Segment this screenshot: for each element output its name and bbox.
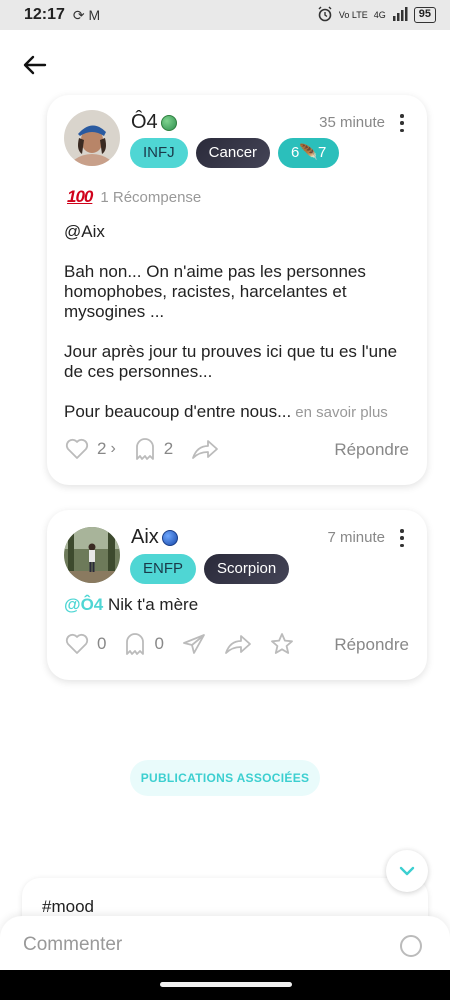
tag-zodiac[interactable]: Scorpion — [204, 554, 290, 584]
tag-personality[interactable]: ENFP — [130, 554, 197, 584]
hundred-points-icon: 100 — [67, 187, 93, 206]
comment-text: @Ô4 Nik t'a mère — [64, 595, 198, 615]
globe-badge-icon — [161, 529, 178, 546]
related-posts-button[interactable]: PUBLICATIONS ASSOCIÉES — [130, 760, 320, 796]
reply-button[interactable]: Répondre — [334, 440, 409, 460]
alarm-icon — [317, 6, 333, 25]
like-count: 0 — [97, 634, 107, 653]
post-tags: INFJ Cancer 6🪶7 — [130, 138, 340, 168]
comment-card: Aix 7 minute ENFP Scorpion @Ô4 Nik t'a m… — [47, 510, 427, 680]
like-count: 2 — [97, 439, 107, 458]
globe-badge-icon — [160, 114, 177, 131]
post-paragraph-truncated: Pour beaucoup d'entre nous... en savoir p… — [64, 402, 416, 423]
heart-icon — [65, 633, 89, 654]
paper-plane-icon — [183, 634, 205, 654]
comment-count: 0 — [154, 634, 164, 653]
post-author[interactable]: Ô4 — [131, 111, 177, 134]
status-time: 12:17 — [24, 6, 65, 23]
avatar[interactable] — [64, 527, 120, 583]
post-mention: @Aix — [64, 222, 105, 241]
comment-time: 7 minute — [327, 529, 385, 546]
comment-bar — [0, 916, 450, 972]
chevron-down-icon — [399, 866, 415, 876]
star-icon — [271, 633, 293, 654]
signal-icon — [392, 6, 408, 24]
post-paragraph: Jour après jour tu prouves ici que tu es… — [64, 342, 398, 381]
network-type: 4G — [373, 9, 386, 20]
comment-author[interactable]: Aix — [131, 526, 178, 549]
post-time: 35 minute — [319, 114, 385, 131]
comment-author-name: Aix — [131, 526, 159, 548]
more-options-icon[interactable] — [397, 529, 407, 547]
ghost-icon — [135, 438, 154, 460]
award-row[interactable]: 100 1 Récompense — [67, 187, 201, 207]
post-card: Ô4 35 minute INFJ Cancer 6🪶7 100 1 Récom… — [47, 95, 427, 485]
favorite-button[interactable] — [270, 632, 294, 656]
share-button[interactable] — [191, 438, 219, 460]
post-actions: 2 › 2 — [65, 437, 237, 461]
tag-personality[interactable]: INFJ — [130, 138, 188, 168]
post-body: @Aix Bah non... On n'aime pas les person… — [64, 222, 416, 423]
preview-text: #mood — [42, 897, 94, 916]
status-bar: 12:17 ⟳ M Vo LTE 4G 95 — [0, 0, 450, 30]
tag-enneagram[interactable]: 6🪶7 — [278, 138, 340, 168]
comment-button[interactable]: 0 — [124, 632, 164, 656]
share-button[interactable] — [224, 633, 252, 655]
award-label: 1 Récompense — [100, 188, 202, 206]
comment-tags: ENFP Scorpion — [130, 554, 290, 584]
home-gesture-handle[interactable] — [160, 982, 292, 987]
send-button[interactable] — [182, 633, 206, 655]
system-nav-bar — [0, 970, 450, 1000]
heart-icon — [65, 438, 89, 459]
comment-input[interactable] — [23, 934, 383, 956]
post-paragraph: Bah non... On n'aime pas les personnes h… — [64, 262, 366, 321]
chevron-right-icon[interactable]: › — [110, 440, 115, 458]
comment-mention[interactable]: @Ô4 — [64, 595, 103, 614]
like-button[interactable]: 2 › — [65, 438, 116, 460]
see-more-link[interactable]: en savoir plus — [295, 404, 388, 421]
header — [0, 30, 450, 100]
battery-indicator: 95 — [413, 7, 436, 23]
ghost-icon — [126, 633, 145, 655]
scroll-down-button[interactable] — [386, 850, 428, 892]
send-circle-icon[interactable] — [400, 935, 422, 957]
comment-count: 2 — [163, 439, 174, 458]
more-options-icon[interactable] — [397, 114, 407, 132]
avatar[interactable] — [64, 110, 120, 166]
comment-button[interactable]: 2 — [134, 437, 173, 461]
like-button[interactable]: 0 — [65, 633, 106, 655]
post-paragraph-text: Pour beaucoup d'entre nous... — [64, 402, 292, 421]
share-icon — [225, 635, 251, 654]
post-author-name: Ô4 — [131, 111, 158, 133]
reply-button[interactable]: Répondre — [334, 635, 409, 655]
status-notification-icons: ⟳ M — [72, 6, 101, 23]
volte-indicator: Vo LTE — [338, 9, 368, 20]
status-right: Vo LTE 4G 95 — [317, 6, 436, 25]
tag-zodiac[interactable]: Cancer — [195, 138, 271, 168]
share-icon — [192, 440, 219, 459]
comment-actions: 0 0 — [65, 632, 312, 656]
back-arrow-icon[interactable] — [20, 50, 50, 80]
comment-body: Nik t'a mère — [103, 595, 199, 614]
